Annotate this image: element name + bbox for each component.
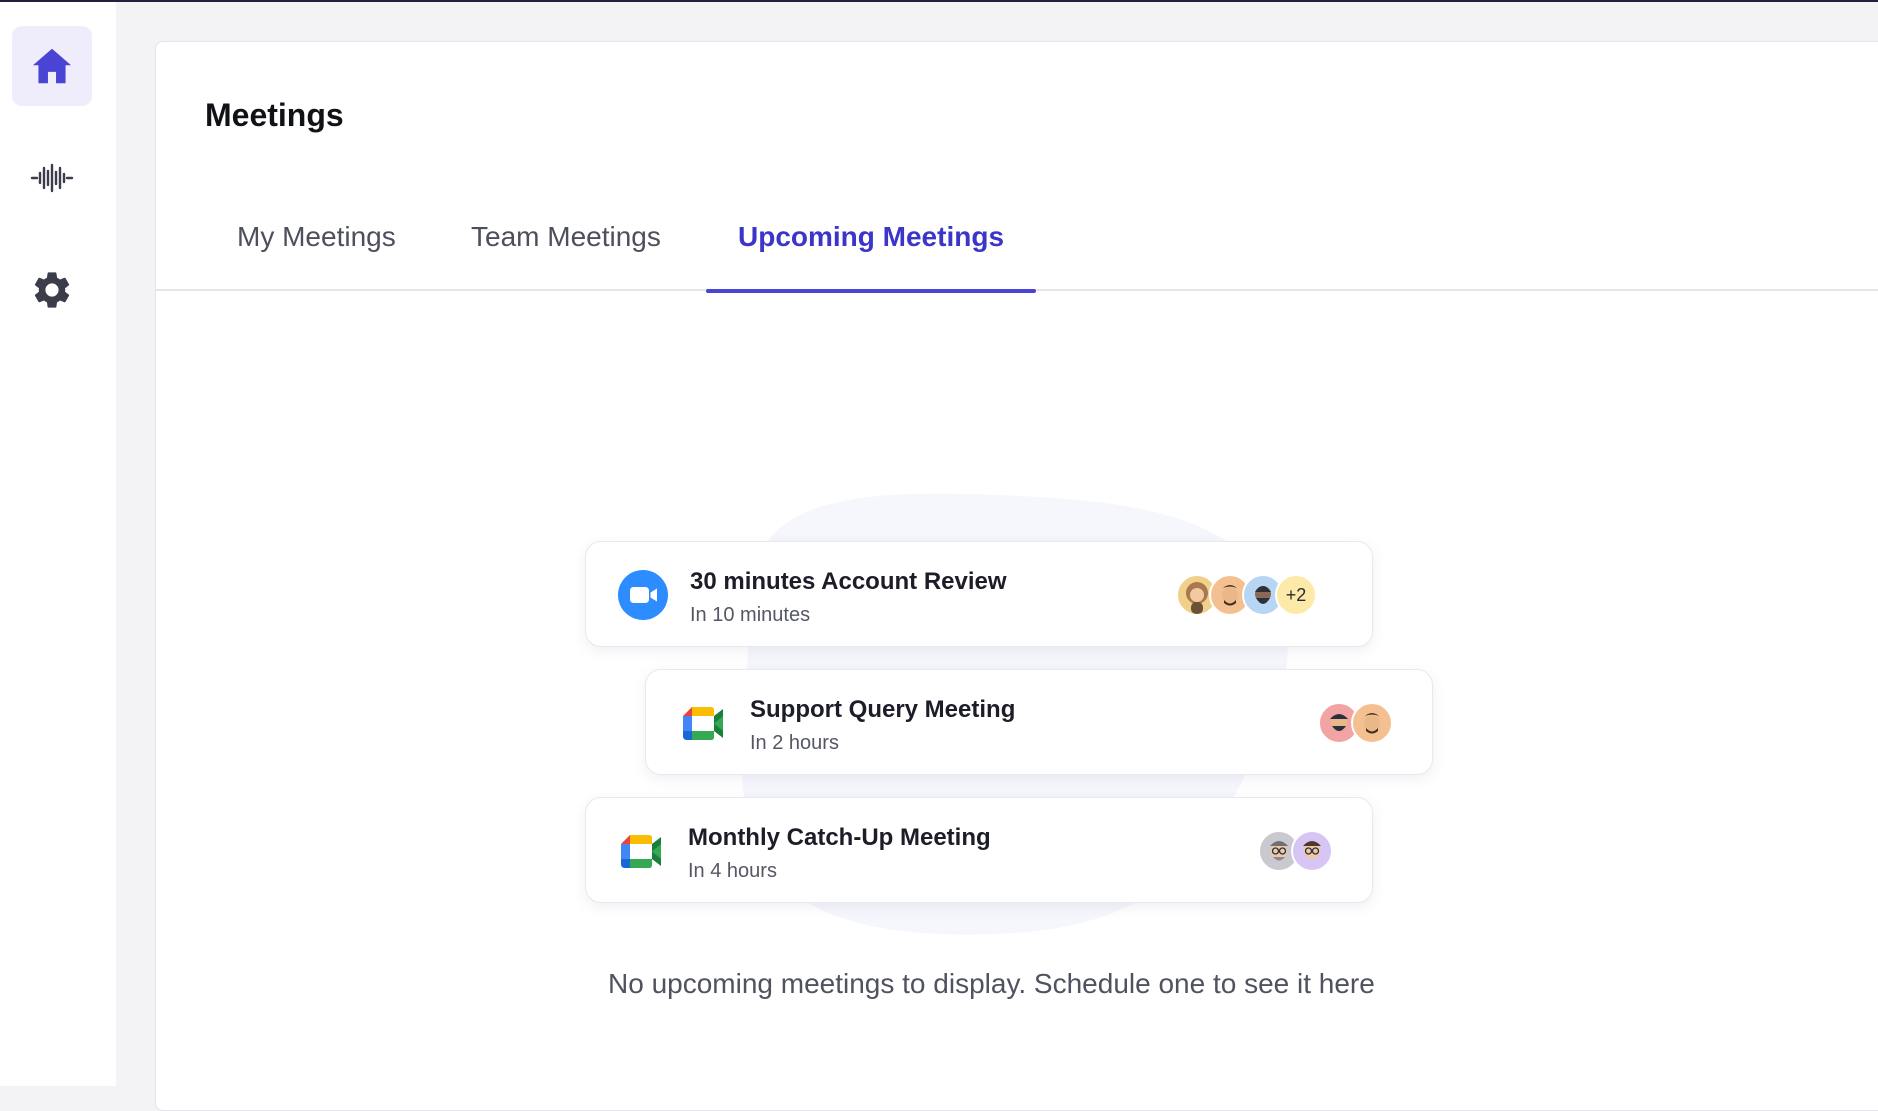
meeting-time: In 4 hours (688, 860, 777, 882)
google-meet-icon (621, 835, 661, 868)
tab-bar: My Meetings Team Meetings Upcoming Meeti… (156, 182, 1878, 293)
meeting-title: Monthly Catch-Up Meeting (688, 824, 991, 851)
attendee-avatars: +2 (1176, 574, 1317, 616)
tab-team-meetings[interactable]: Team Meetings (439, 182, 693, 291)
attendee-avatars (1318, 702, 1393, 744)
empty-state-message: No upcoming meetings to display. Schedul… (608, 968, 1375, 999)
sidebar-item-recordings[interactable] (12, 138, 92, 218)
tab-upcoming-meetings[interactable]: Upcoming Meetings (706, 182, 1037, 293)
page-title: Meetings (205, 97, 344, 133)
more-attendees-badge[interactable]: +2 (1275, 574, 1317, 616)
soundwave-icon (30, 163, 74, 193)
meeting-card[interactable]: 30 minutes Account Review In 10 minutes … (585, 541, 1373, 647)
avatar-face-icon (1303, 841, 1321, 859)
zoom-icon (618, 570, 668, 620)
meeting-title: 30 minutes Account Review (690, 568, 1007, 595)
meeting-time: In 10 minutes (690, 604, 811, 626)
attendee-avatars (1258, 830, 1333, 872)
sidebar-item-settings[interactable] (12, 250, 92, 330)
home-icon (32, 48, 72, 84)
tab-my-meetings[interactable]: My Meetings (205, 182, 428, 291)
avatar (1351, 702, 1393, 744)
meeting-card[interactable]: Monthly Catch-Up Meeting In 4 hours (585, 797, 1373, 903)
top-border (0, 0, 1878, 2)
google-meet-icon (683, 707, 723, 740)
meeting-card[interactable]: Support Query Meeting In 2 hours (645, 669, 1433, 775)
meeting-title: Support Query Meeting (750, 696, 1016, 723)
gear-icon (34, 272, 70, 308)
avatar-face-icon (1363, 713, 1381, 734)
avatar (1291, 830, 1333, 872)
meeting-time: In 2 hours (750, 732, 839, 754)
sidebar (0, 2, 116, 1086)
sidebar-item-home[interactable] (12, 26, 92, 106)
